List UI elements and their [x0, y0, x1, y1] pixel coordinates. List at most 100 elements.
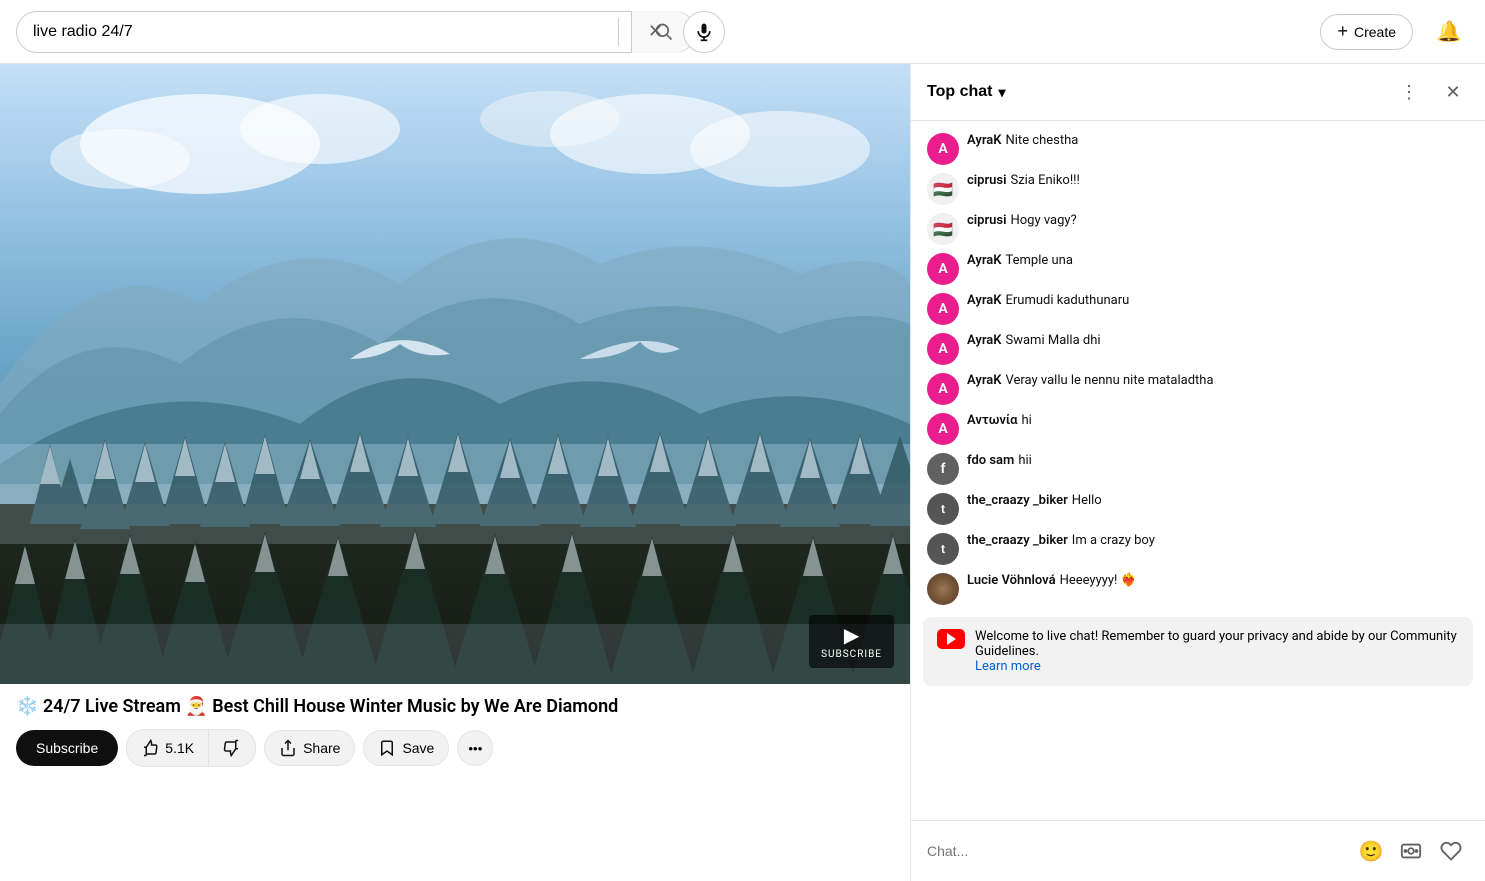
chat-message: A AyraK Erumudi kaduthunaru: [911, 289, 1485, 329]
message-content: Lucie Vöhnlová Heeeyyyy! ❤️‍🔥: [967, 573, 1469, 588]
message-text: Hello: [1072, 493, 1102, 508]
superchat-button[interactable]: [1393, 833, 1429, 869]
message-text: Im a crazy boy: [1072, 533, 1155, 548]
message-text: Veray vallu le nennu nite mataladtha: [1006, 373, 1214, 388]
username: AyraK: [967, 373, 1002, 388]
dislike-button[interactable]: [209, 730, 255, 766]
chat-messages: A AyraK Nite chestha 🇭🇺 ciprusi Szia Eni…: [911, 121, 1485, 820]
heart-button[interactable]: [1433, 833, 1469, 869]
chat-mode-button[interactable]: Top chat ▾: [927, 83, 1006, 101]
search-input[interactable]: [33, 23, 606, 41]
message-text: Erumudi kaduthunaru: [1006, 293, 1130, 308]
clear-search-button[interactable]: ✕: [648, 21, 663, 42]
subscribe-button[interactable]: Subscribe: [16, 730, 118, 766]
video-thumbnail: [0, 64, 910, 684]
share-button[interactable]: Share: [264, 730, 355, 766]
plus-icon: +: [1337, 21, 1348, 42]
avatar: A: [927, 333, 959, 365]
chat-message: A AyraK Veray vallu le nennu nite matala…: [911, 369, 1485, 409]
message-content: fdo sam hii: [967, 453, 1469, 468]
chat-message: t the_craazy _biker Hello: [911, 489, 1485, 529]
search-bar: [16, 11, 696, 53]
message-text: hii: [1018, 453, 1031, 468]
username: AyraK: [967, 133, 1002, 148]
avatar: t: [927, 533, 959, 565]
chat-message: f fdo sam hii: [911, 449, 1485, 489]
video-player[interactable]: ▶ SUBSCRIBE: [0, 64, 910, 684]
notifications-button[interactable]: 🔔: [1429, 12, 1469, 52]
subscribe-watermark[interactable]: ▶ SUBSCRIBE: [809, 615, 894, 668]
avatar: f: [927, 453, 959, 485]
username: the_craazy _biker: [967, 493, 1068, 508]
create-label: Create: [1354, 24, 1396, 40]
welcome-message: Welcome to live chat! Remember to guard …: [975, 629, 1457, 659]
chat-input[interactable]: [927, 843, 1345, 859]
chat-input-actions: 🙂: [1353, 833, 1469, 869]
message-content: Αντωνία hi: [967, 413, 1469, 428]
avatar: A: [927, 253, 959, 285]
message-text: Hogy vagy?: [1010, 213, 1076, 228]
chat-close-button[interactable]: ✕: [1437, 76, 1469, 108]
message-text: Temple una: [1006, 253, 1073, 268]
message-text: hi: [1022, 413, 1032, 428]
header: ✕ + Create 🔔: [0, 0, 1485, 64]
video-actions: Subscribe 5.1K: [16, 729, 894, 767]
welcome-banner: Welcome to live chat! Remember to guard …: [923, 617, 1473, 686]
chat-message: A AyraK Swami Malla dhi: [911, 329, 1485, 369]
message-text: Szia Eniko!!!: [1010, 173, 1079, 188]
mic-icon: [694, 22, 714, 42]
chat-panel: Top chat ▾ ⋮ ✕ A AyraK Nite chestha: [910, 64, 1485, 881]
chat-title: Top chat: [927, 83, 992, 101]
message-content: AyraK Temple una: [967, 253, 1469, 268]
chat-message: A Αντωνία hi: [911, 409, 1485, 449]
username: the_craazy _biker: [967, 533, 1068, 548]
more-options-button[interactable]: •••: [457, 730, 493, 766]
learn-more-link[interactable]: Learn more: [975, 659, 1041, 674]
avatar: A: [927, 293, 959, 325]
chat-more-button[interactable]: ⋮: [1393, 76, 1425, 108]
like-count: 5.1K: [165, 740, 194, 756]
create-button[interactable]: + Create: [1320, 14, 1413, 50]
username: fdo sam: [967, 453, 1014, 468]
subscribe-watermark-label: SUBSCRIBE: [821, 649, 882, 660]
header-right: + Create 🔔: [1320, 12, 1469, 52]
message-text: Nite chestha: [1006, 133, 1079, 148]
share-label: Share: [303, 740, 340, 756]
avatar: 🇭🇺: [927, 173, 959, 205]
share-icon: [279, 739, 297, 757]
search-divider: [618, 18, 619, 46]
save-icon: [378, 739, 396, 757]
avatar: 🇭🇺: [927, 213, 959, 245]
like-button[interactable]: 5.1K: [127, 730, 209, 766]
username: Αντωνία: [967, 413, 1018, 428]
thumbs-up-icon: [141, 739, 159, 757]
chat-message: A AyraK Nite chestha: [911, 129, 1485, 169]
avatar: A: [927, 133, 959, 165]
username: ciprusi: [967, 173, 1006, 188]
message-content: AyraK Swami Malla dhi: [967, 333, 1469, 348]
username: Lucie Vöhnlová: [967, 573, 1056, 588]
chat-message: 🇭🇺 ciprusi Szia Eniko!!!: [911, 169, 1485, 209]
message-content: AyraK Veray vallu le nennu nite mataladt…: [967, 373, 1469, 388]
username: AyraK: [967, 253, 1002, 268]
chat-message: Lucie Vöhnlová Heeeyyyy! ❤️‍🔥: [911, 569, 1485, 609]
username: AyraK: [967, 333, 1002, 348]
chat-header-right: ⋮ ✕: [1393, 76, 1469, 108]
video-title: ❄️ 24/7 Live Stream 🎅 Best Chill House W…: [16, 696, 894, 717]
heart-icon: [1440, 840, 1462, 862]
message-content: AyraK Nite chestha: [967, 133, 1469, 148]
youtube-icon: [937, 629, 965, 649]
avatar: t: [927, 493, 959, 525]
save-button[interactable]: Save: [363, 730, 449, 766]
emoji-button[interactable]: 🙂: [1353, 833, 1389, 869]
mic-button[interactable]: [683, 11, 725, 53]
dollar-icon: [1400, 840, 1422, 862]
username: ciprusi: [967, 213, 1006, 228]
emoji-icon: 🙂: [1359, 839, 1384, 864]
chat-header: Top chat ▾ ⋮ ✕: [911, 64, 1485, 121]
avatar: A: [927, 373, 959, 405]
chat-message: t the_craazy _biker Im a crazy boy: [911, 529, 1485, 569]
message-content: ciprusi Szia Eniko!!!: [967, 173, 1469, 188]
video-info: ❄️ 24/7 Live Stream 🎅 Best Chill House W…: [0, 684, 910, 779]
message-text: Heeeyyyy! ❤️‍🔥: [1060, 573, 1137, 588]
